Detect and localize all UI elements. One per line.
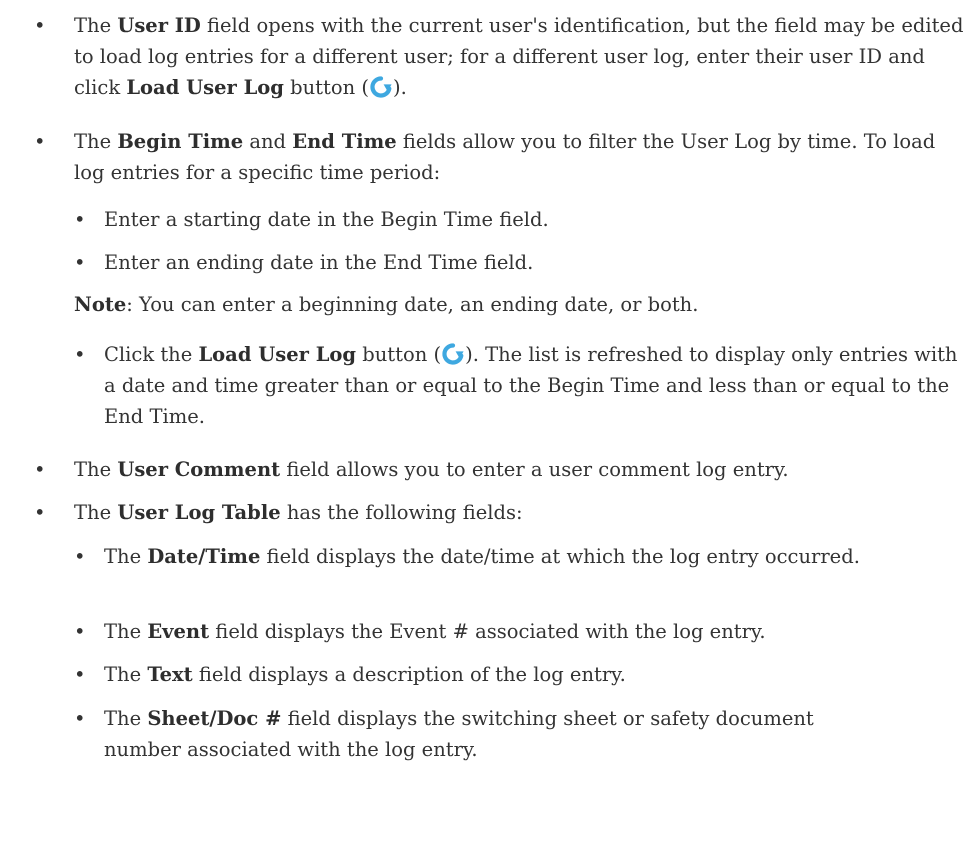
bullet-mark: •	[34, 501, 46, 524]
sub-bullet-text: • The Text field displays a description …	[0, 659, 965, 690]
text: button	[283, 76, 362, 99]
text: field displays a description of the log …	[192, 663, 626, 686]
text: The	[74, 501, 118, 524]
date-time-field-description: The Date/Time field displays the date/ti…	[104, 541, 864, 572]
bullet-user-log-table: • The User Log Table has the following f…	[0, 497, 965, 528]
paren: ).	[392, 76, 407, 99]
sub-bullet-begin: • Enter a starting date in the Begin Tim…	[0, 204, 965, 235]
bullet-mark: •	[74, 707, 86, 730]
bullet-begin-end-time: • The Begin Time and End Time fields all…	[0, 126, 965, 186]
bullet-mark: •	[34, 14, 46, 37]
text: The	[74, 458, 118, 481]
note-text: Note: You can enter a beginning date, an…	[74, 289, 954, 320]
user-id-term: User ID	[117, 14, 201, 37]
text: has the following fields:	[280, 501, 523, 524]
text: : You can enter a beginning date, an end…	[126, 293, 699, 316]
sub-bullet-sheet-doc: • The Sheet/Doc # field displays the swi…	[0, 703, 965, 765]
bullet-user-comment: • The User Comment field allows you to e…	[0, 454, 965, 485]
paren: (	[361, 76, 369, 99]
bullet-user-id: • The User ID field opens with the curre…	[0, 10, 965, 110]
load-step-description: Click the Load User Log button (). The l…	[104, 339, 964, 432]
text: field displays the date/time at which th…	[260, 545, 860, 568]
paren: (	[433, 343, 442, 366]
text: The	[104, 663, 148, 686]
refresh-icon	[441, 342, 465, 366]
date-time-term: Date/Time	[147, 545, 261, 568]
user-log-table-description: The User Log Table has the following fie…	[74, 497, 964, 528]
bullet-mark: •	[34, 130, 46, 153]
begin-time-term: Begin Time	[117, 130, 244, 153]
user-id-description: The User ID field opens with the current…	[74, 10, 964, 103]
text: field displays the Event # associated wi…	[209, 620, 766, 643]
end-time-step: Enter an ending date in the End Time fie…	[104, 251, 534, 274]
user-log-table-term: User Log Table	[117, 501, 281, 524]
text: field allows you to enter a user comment…	[280, 458, 789, 481]
bullet-mark: •	[74, 663, 86, 686]
text: The	[74, 14, 118, 37]
text-field-description: The Text field displays a description of…	[104, 659, 964, 690]
refresh-icon	[369, 75, 393, 99]
begin-time-step: Enter a starting date in the Begin Time …	[104, 208, 549, 231]
paren: ).	[465, 343, 486, 366]
text: Click the	[104, 343, 199, 366]
sheet-doc-term: Sheet/Doc #	[147, 707, 282, 730]
text: The	[104, 545, 148, 568]
bullet-mark: •	[74, 251, 86, 274]
text: The	[104, 707, 148, 730]
sub-bullet-load: • Click the Load User Log button (). The…	[0, 339, 965, 439]
event-field-description: The Event field displays the Event # ass…	[104, 616, 964, 647]
text: and	[243, 130, 293, 153]
sub-bullet-event: • The Event field displays the Event # a…	[0, 616, 965, 647]
text: The	[104, 620, 148, 643]
load-user-log-term: Load User Log	[126, 76, 284, 99]
load-user-log-term: Load User Log	[198, 343, 357, 366]
text: The	[74, 130, 118, 153]
sheet-doc-field-description: The Sheet/Doc # field displays the switc…	[104, 703, 864, 765]
note: Note: You can enter a beginning date, an…	[0, 289, 965, 320]
text: button	[356, 343, 434, 366]
event-term: Event	[147, 620, 210, 643]
bullet-mark: •	[74, 343, 86, 366]
text-term: Text	[147, 663, 193, 686]
user-comment-description: The User Comment field allows you to ent…	[74, 454, 964, 485]
bullet-mark: •	[34, 458, 46, 481]
sub-bullet-end: • Enter an ending date in the End Time f…	[0, 247, 965, 278]
user-comment-term: User Comment	[117, 458, 281, 481]
time-filter-description: The Begin Time and End Time fields allow…	[74, 126, 964, 188]
bullet-mark: •	[74, 208, 86, 231]
sub-bullet-date-time: • The Date/Time field displays the date/…	[0, 541, 965, 603]
bullet-mark: •	[74, 545, 86, 568]
end-time-term: End Time	[292, 130, 397, 153]
bullet-mark: •	[74, 620, 86, 643]
note-label: Note	[74, 293, 127, 316]
